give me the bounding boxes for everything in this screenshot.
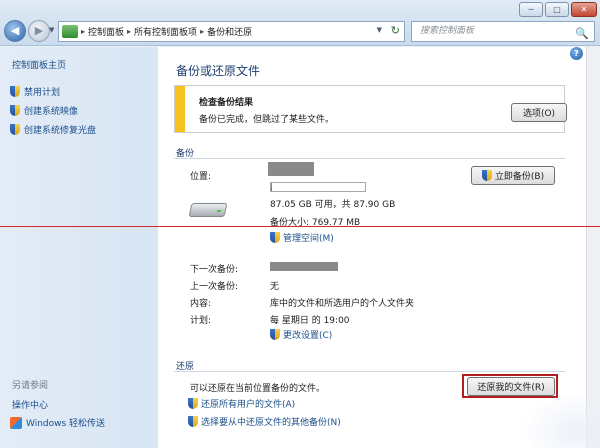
sidebar: 控制面板主页 禁用计划 创建系统映像 创建系统修复光盘 另请参阅 操作中心 Wi…	[0, 47, 158, 448]
easy-transfer-icon	[10, 416, 22, 429]
restore-all-users-label[interactable]: 还原所有用户的文件(A)	[201, 397, 295, 410]
last-backup-label: 上一次备份:	[190, 282, 239, 292]
breadcrumb-backup-restore[interactable]: 备份和还原	[207, 25, 252, 38]
breadcrumb-separator[interactable]: ▸	[81, 27, 85, 36]
uac-shield-icon	[270, 329, 280, 340]
backup-now-button[interactable]: 立即备份(B)	[471, 166, 555, 185]
sidebar-item-label[interactable]: Windows 轻松传送	[26, 416, 105, 429]
select-other-backup-link[interactable]: 选择要从中还原文件的其他备份(N)	[188, 415, 341, 428]
search-input[interactable]: 搜索控制面板 🔍	[411, 21, 595, 42]
sidebar-item-create-repair-disc[interactable]: 创建系统修复光盘	[10, 123, 96, 136]
change-settings-label[interactable]: 更改设置(C)	[283, 328, 332, 341]
contents-label: 内容:	[190, 299, 212, 309]
refresh-icon[interactable]: ↻	[391, 24, 400, 37]
manage-space-link[interactable]: 管理空间(M)	[270, 231, 334, 244]
close-button[interactable]: ✕	[571, 2, 597, 17]
annotation-line	[0, 226, 600, 227]
sidebar-item-label[interactable]: 禁用计划	[24, 85, 60, 98]
drive-icon	[188, 197, 228, 219]
uac-shield-icon	[10, 124, 20, 135]
breadcrumb-separator[interactable]: ▸	[200, 27, 204, 36]
contents-value: 库中的文件和所选用户的个人文件夹	[270, 299, 415, 309]
sidebar-item-disable-schedule[interactable]: 禁用计划	[10, 85, 60, 98]
windows-easy-transfer-link[interactable]: Windows 轻松传送	[10, 416, 105, 429]
recent-pages-dropdown[interactable]: ▼	[49, 26, 54, 34]
notice-message: 备份已完成，但跳过了某些文件。	[199, 115, 335, 125]
breadcrumb-control-panel[interactable]: 控制面板	[88, 25, 124, 38]
disk-space-bar	[270, 182, 366, 192]
warning-stripe	[175, 86, 185, 132]
address-bar[interactable]: ▸ 控制面板 ▸ 所有控制面板项 ▸ 备份和还原 ▼ ↻	[58, 21, 405, 42]
maximize-button[interactable]: □	[545, 2, 569, 17]
location-label: 位置:	[190, 172, 212, 182]
sidebar-home-link[interactable]: 控制面板主页	[12, 58, 66, 71]
breadcrumb-all-items[interactable]: 所有控制面板项	[134, 25, 197, 38]
uac-shield-icon	[10, 105, 20, 116]
watermark	[520, 392, 600, 448]
section-divider	[174, 371, 565, 372]
uac-shield-icon	[481, 170, 492, 181]
scrollbar[interactable]	[586, 47, 600, 448]
uac-shield-icon	[188, 416, 198, 427]
sidebar-item-create-system-image[interactable]: 创建系统映像	[10, 104, 78, 117]
redacted-next-backup	[270, 262, 338, 271]
sidebar-item-label[interactable]: 创建系统修复光盘	[24, 123, 96, 136]
search-placeholder: 搜索控制面板	[420, 26, 475, 36]
disk-space-text: 87.05 GB 可用，共 87.90 GB	[270, 200, 396, 210]
restore-all-users-link[interactable]: 还原所有用户的文件(A)	[188, 397, 295, 410]
action-center-link[interactable]: 操作中心	[12, 398, 48, 411]
select-other-backup-label[interactable]: 选择要从中还原文件的其他备份(N)	[201, 415, 341, 428]
backup-result-notice: 检查备份结果 备份已完成，但跳过了某些文件。 选项(O)	[174, 85, 567, 133]
restore-description: 可以还原在当前位置备份的文件。	[190, 384, 326, 394]
schedule-value: 每 星期日 的 19:00	[270, 316, 350, 326]
schedule-label: 计划:	[190, 316, 212, 326]
backup-now-label: 立即备份(B)	[494, 172, 545, 182]
last-backup-value: 无	[270, 282, 280, 292]
forward-button[interactable]: ▶	[28, 20, 50, 42]
options-button[interactable]: 选项(O)	[511, 103, 567, 122]
change-settings-link[interactable]: 更改设置(C)	[270, 328, 332, 341]
redacted-location	[268, 162, 314, 176]
uac-shield-icon	[10, 86, 20, 97]
title-bar: ─ □ ✕ ◀ ▶ ▼ ▸ 控制面板 ▸ 所有控制面板项 ▸ 备份和还原 ▼ ↻…	[0, 0, 600, 46]
back-button[interactable]: ◀	[4, 20, 26, 42]
help-icon[interactable]: ?	[570, 47, 583, 60]
search-icon[interactable]: 🔍	[575, 24, 589, 43]
uac-shield-icon	[270, 232, 280, 243]
next-backup-label: 下一次备份:	[190, 265, 239, 275]
breadcrumb-separator[interactable]: ▸	[127, 27, 131, 36]
address-dropdown-icon[interactable]: ▼	[377, 26, 382, 34]
uac-shield-icon	[188, 398, 198, 409]
section-divider	[174, 158, 565, 159]
disk-space-fill	[271, 183, 272, 191]
manage-space-label[interactable]: 管理空间(M)	[283, 231, 334, 244]
minimize-button[interactable]: ─	[519, 2, 543, 17]
see-also-heading: 另请参阅	[12, 381, 49, 391]
page-title: 备份或还原文件	[176, 64, 261, 78]
sidebar-item-label[interactable]: 创建系统映像	[24, 104, 78, 117]
control-panel-icon	[62, 25, 78, 38]
notice-title: 检查备份结果	[199, 98, 254, 108]
